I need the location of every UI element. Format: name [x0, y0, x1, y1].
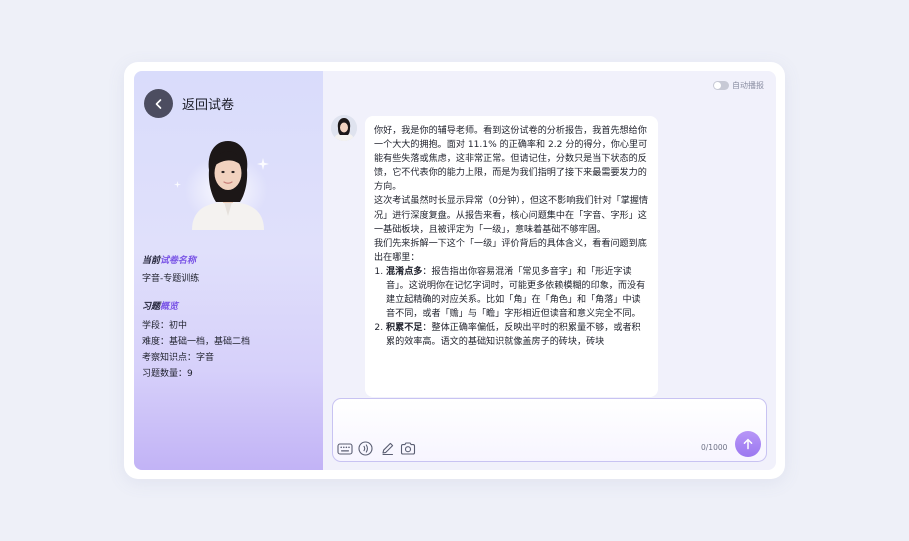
pen-button[interactable]	[380, 441, 395, 460]
list-item-text: ：整体正确率偏低，反映出平时的积累量不够，或者积累的效率高。语文的基础知识就像盖…	[386, 323, 641, 348]
avatar-image	[331, 115, 357, 141]
char-counter: 0/1000	[701, 443, 728, 452]
section-title-highlight: 试卷名称	[160, 256, 197, 266]
info-question-count: 习题数量：9	[142, 369, 193, 379]
voice-button[interactable]	[358, 441, 373, 460]
chat-panel: 自动播报 你好，我是你的辅导老师。看到这份试卷的分析报告，我首先想给你一个大大的…	[323, 71, 776, 470]
toggle-switch[interactable]	[713, 81, 729, 90]
list-item-title: 积累不足	[386, 323, 423, 334]
sparkle-icon	[174, 181, 181, 188]
paper-name: 字音-专题训练	[142, 274, 200, 284]
tutor-window: 返回试卷 当前试卷名称 字音-专题训练 习题概览 学段：初中 难度：基础一档，基…	[134, 71, 776, 470]
list-item-text: ：报告指出你容易混淆「常见多音字」和「形近字读音」。这说明你在记忆字词时，可能更…	[386, 266, 646, 320]
message-input-box[interactable]: 0/1000	[332, 398, 767, 462]
section-title-prefix: 当前	[142, 256, 161, 266]
message-paragraph: 我们先来拆解一下这个「一级」评价背后的具体含义，看看问题到底出在哪里：	[374, 238, 647, 263]
send-arrow-icon	[743, 438, 753, 450]
back-label: 返回试卷	[182, 98, 235, 113]
list-item: 混淆点多：报告指出你容易混淆「常见多音字」和「形近字读音」。这说明你在记忆字词时…	[386, 265, 649, 321]
back-button[interactable]	[144, 89, 173, 118]
tutor-avatar	[331, 115, 357, 141]
camera-icon	[400, 442, 416, 455]
autoplay-toggle[interactable]: 自动播报	[713, 80, 764, 91]
sparkle-icon	[257, 158, 269, 170]
sidebar: 返回试卷 当前试卷名称 字音-专题训练 习题概览 学段：初中 难度：基础一档，基…	[134, 71, 323, 470]
message-list: 混淆点多：报告指出你容易混淆「常见多音字」和「形近字读音」。这说明你在记忆字词时…	[374, 265, 649, 350]
send-button[interactable]	[735, 431, 761, 457]
camera-button[interactable]	[400, 441, 416, 460]
keyboard-icon	[337, 443, 353, 455]
voice-icon	[358, 441, 373, 456]
message-bubble: 你好，我是你的辅导老师。看到这份试卷的分析报告，我首先想给你一个大大的拥抱。面对…	[365, 116, 658, 397]
chevron-left-icon	[155, 98, 161, 109]
keyboard-button[interactable]	[337, 441, 353, 460]
tutor-portrait	[192, 141, 264, 230]
pen-icon	[382, 442, 394, 456]
info-difficulty: 难度：基础一档，基础二档	[142, 337, 251, 347]
message-paragraph: 这次考试虽然时长显示异常（0分钟），但这不影响我们针对「掌握情况」进行深度复盘。…	[374, 196, 649, 235]
info-grade: 学段：初中	[142, 321, 188, 331]
list-item-title: 混淆点多	[386, 266, 423, 277]
section-title-highlight: 概览	[160, 302, 179, 312]
exercise-overview-title: 习题概览	[142, 299, 178, 312]
message-paragraph: 你好，我是你的辅导老师。看到这份试卷的分析报告，我首先想给你一个大大的拥抱。面对…	[374, 126, 648, 193]
current-paper-title: 当前试卷名称	[142, 253, 196, 266]
info-knowledge-point: 考察知识点：字音	[142, 353, 215, 363]
autoplay-label: 自动播报	[732, 81, 764, 90]
list-item: 积累不足：整体正确率偏低，反映出平时的积累量不够，或者积累的效率高。语文的基础知…	[386, 321, 649, 349]
section-title-prefix: 习题	[142, 302, 161, 312]
